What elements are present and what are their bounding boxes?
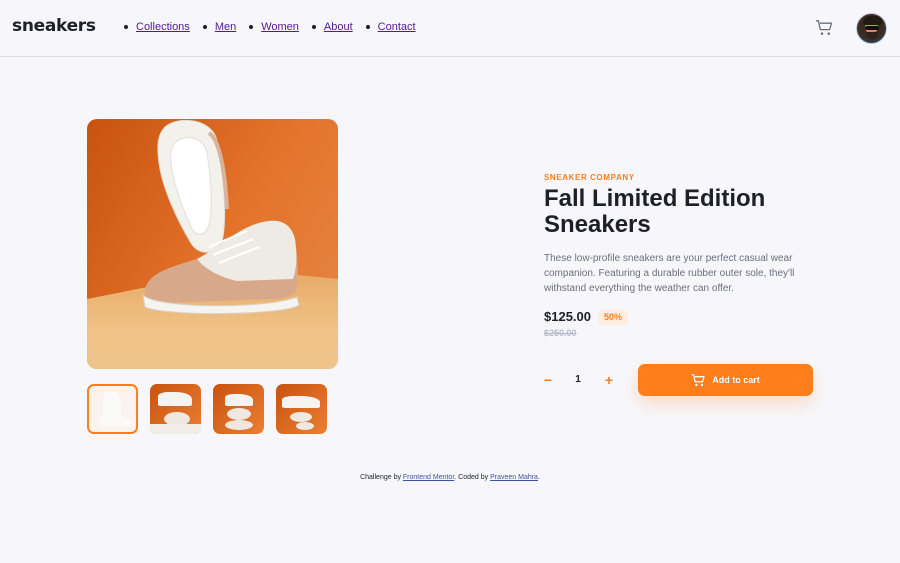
product-title: Fall Limited Edition Sneakers bbox=[544, 185, 766, 238]
avatar-beard bbox=[867, 32, 878, 39]
thumbnail-2-base bbox=[150, 424, 201, 434]
attribution-suffix: . bbox=[537, 474, 540, 481]
thumbnail-3-shoe bbox=[225, 394, 253, 406]
cart-icon bbox=[691, 373, 705, 386]
discount-badge: 50% bbox=[598, 310, 628, 325]
add-to-cart-button[interactable]: Add to cart bbox=[638, 364, 813, 396]
logo[interactable]: sneakers bbox=[12, 16, 96, 36]
nav-item-about: About bbox=[312, 21, 353, 33]
main-product-image[interactable] bbox=[87, 119, 338, 369]
quantity-increase-button[interactable]: + bbox=[599, 370, 619, 390]
thumbnail-4-base bbox=[296, 422, 314, 430]
thumbnail-3-base bbox=[225, 420, 253, 430]
attribution: Challenge by Frontend Mentor. Coded by P… bbox=[0, 474, 900, 481]
nav-link-men[interactable]: Men bbox=[215, 21, 236, 33]
thumbnail-1-shoe bbox=[103, 390, 121, 420]
thumbnail-1[interactable] bbox=[87, 384, 138, 434]
quantity-value: 1 bbox=[575, 374, 581, 385]
thumbnail-4-pebble bbox=[290, 412, 312, 422]
sneaker-illustration bbox=[142, 119, 300, 315]
cart-icon[interactable] bbox=[815, 20, 833, 36]
attribution-prefix: Challenge by bbox=[360, 474, 403, 481]
attribution-middle: . Coded by bbox=[454, 474, 491, 481]
nav-link-contact[interactable]: Contact bbox=[378, 21, 416, 33]
nav-link-collections[interactable]: Collections bbox=[136, 21, 190, 33]
frontend-mentor-link[interactable]: Frontend Mentor bbox=[403, 474, 454, 481]
thumbnail-4-shoe bbox=[282, 396, 320, 408]
product-description: These low-profile sneakers are your perf… bbox=[544, 253, 795, 294]
thumbnail-2[interactable] bbox=[150, 384, 201, 434]
thumbnail-4[interactable] bbox=[276, 384, 327, 434]
avatar-hair bbox=[863, 16, 882, 25]
site-header: sneakers Collections Men Women About Con… bbox=[0, 0, 900, 57]
avatar-glasses bbox=[865, 26, 879, 30]
current-price: $125.00 bbox=[544, 309, 591, 324]
thumbnail-3-pebble bbox=[227, 408, 251, 420]
thumbnail-3[interactable] bbox=[213, 384, 264, 434]
author-link[interactable]: Praveen Mahra bbox=[490, 474, 538, 481]
nav-item-collections: Collections bbox=[124, 21, 190, 33]
company-label: SNEAKER COMPANY bbox=[544, 173, 635, 182]
main-nav: Collections Men Women About Contact bbox=[124, 21, 429, 33]
original-price: $250.00 bbox=[544, 328, 577, 338]
nav-link-about[interactable]: About bbox=[324, 21, 353, 33]
thumbnail-strip bbox=[87, 384, 339, 434]
nav-item-women: Women bbox=[249, 21, 299, 33]
nav-item-men: Men bbox=[203, 21, 236, 33]
user-avatar[interactable] bbox=[856, 13, 887, 44]
nav-item-contact: Contact bbox=[366, 21, 416, 33]
thumbnail-1-sole bbox=[99, 416, 131, 426]
add-to-cart-label: Add to cart bbox=[712, 375, 760, 385]
quantity-decrease-button[interactable]: − bbox=[538, 370, 558, 390]
nav-link-women[interactable]: Women bbox=[261, 21, 299, 33]
thumbnail-2-shoe bbox=[158, 392, 192, 406]
